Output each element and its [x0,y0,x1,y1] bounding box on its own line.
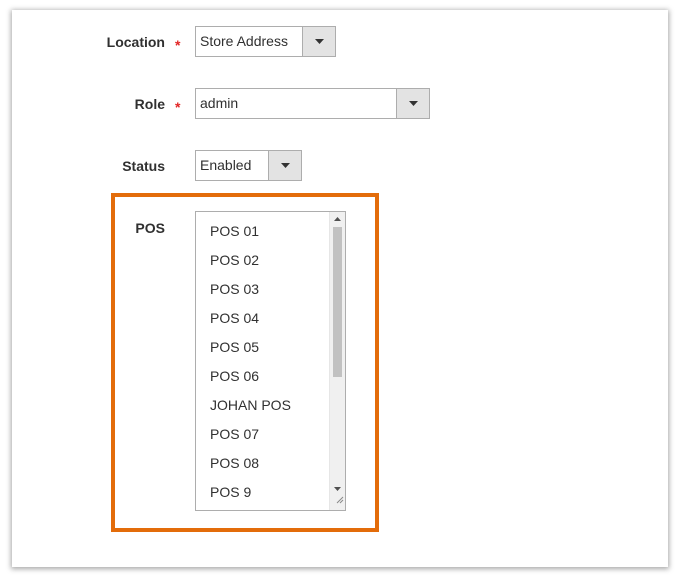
pos-option[interactable]: POS 9 [196,481,345,510]
status-select-value: Enabled [200,157,252,173]
resize-grip-icon[interactable] [335,491,344,509]
pos-option-list: POS 01 POS 02 POS 03 POS 04 POS 05 POS 06 JOHA… [196,212,345,510]
form-panel: Location * Store Address Role * admin St… [12,10,668,567]
pos-option[interactable]: POS 03 [196,278,345,307]
pos-label: POS [135,220,165,236]
pos-scrollbar[interactable] [329,212,345,510]
pos-option[interactable]: POS 01 [196,220,345,249]
role-required-mark: * [175,99,181,115]
status-label: Status [122,158,165,174]
pos-option[interactable]: POS 08 [196,452,345,481]
pos-option[interactable]: JOHAN POS [196,394,345,423]
chevron-down-icon[interactable] [396,89,429,118]
role-select-value: admin [200,95,239,111]
location-select-value: Store Address [200,33,288,49]
status-select[interactable]: Enabled [195,150,302,181]
role-select[interactable]: admin [195,88,430,119]
pos-option[interactable]: POS 06 [196,365,345,394]
chevron-down-icon[interactable] [268,151,301,180]
pos-option[interactable]: POS 04 [196,307,345,336]
pos-option[interactable]: POS 07 [196,423,345,452]
location-required-mark: * [175,37,181,53]
chevron-down-icon[interactable] [302,27,335,56]
pos-multiselect[interactable]: POS 01 POS 02 POS 03 POS 04 POS 05 POS 06 JOHA… [195,211,346,511]
role-label: Role [134,96,165,112]
location-label: Location [106,34,165,50]
location-select[interactable]: Store Address [195,26,336,57]
pos-option[interactable]: POS 02 [196,249,345,278]
scroll-up-arrow-icon[interactable] [330,212,345,226]
scroll-thumb[interactable] [333,227,342,377]
pos-option[interactable]: POS 05 [196,336,345,365]
